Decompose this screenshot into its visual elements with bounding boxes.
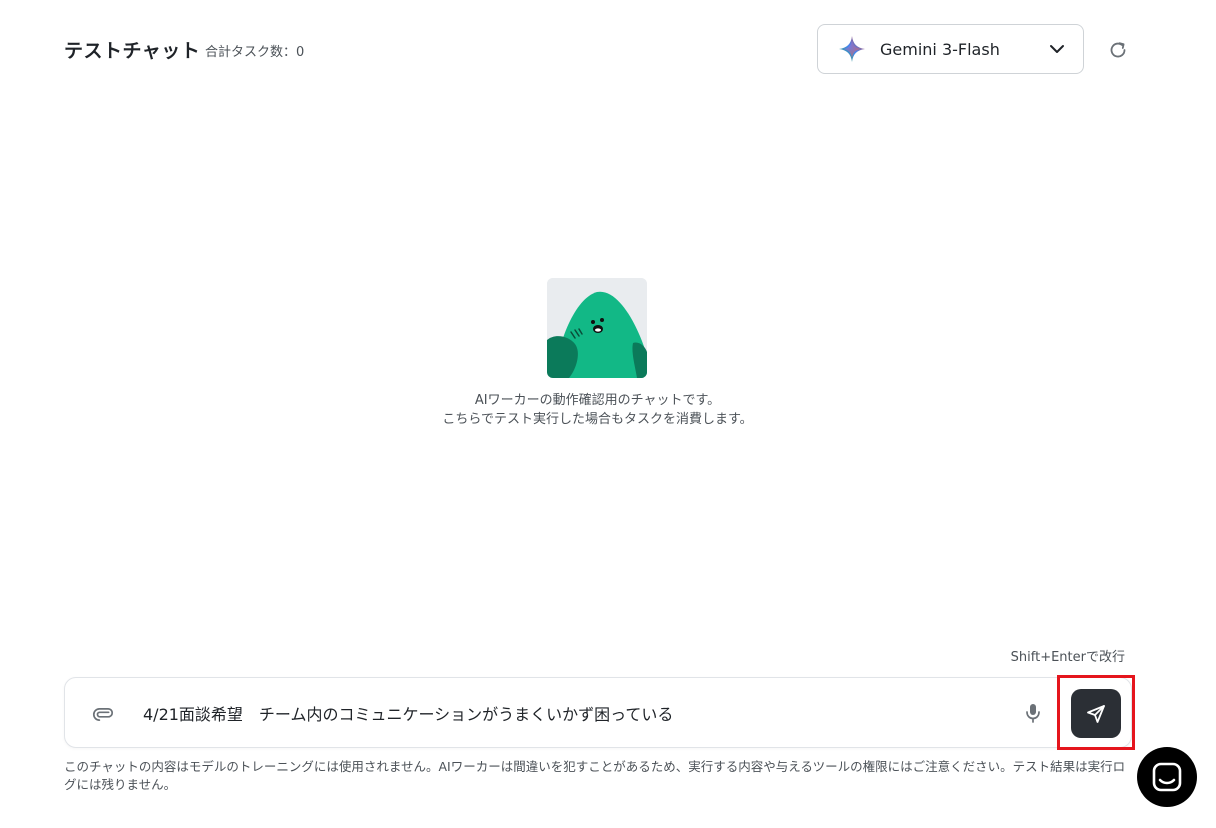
message-composer — [64, 677, 1132, 748]
support-chat-launcher[interactable] — [1137, 747, 1197, 807]
intro-line-2: こちらでテスト実行した場合もタスクを消費します。 — [442, 412, 753, 427]
test-chat-page: テストチャット 合計タスク数：0 Gemini 3-Flash AIワーカーの動… — [0, 0, 1216, 828]
intro-line-1: AIワーカーの動作確認用のチャットです。 — [474, 393, 721, 408]
gemini-sparkle-icon — [838, 35, 866, 63]
model-selector[interactable]: Gemini 3-Flash — [817, 24, 1084, 74]
paperclip-icon[interactable] — [91, 701, 115, 725]
message-input[interactable] — [143, 698, 1003, 728]
chevron-down-icon — [1047, 39, 1067, 59]
refresh-icon[interactable] — [1106, 38, 1130, 62]
send-icon — [1087, 704, 1105, 723]
model-name: Gemini 3-Flash — [880, 39, 1000, 59]
send-button[interactable] — [1071, 689, 1121, 738]
page-title: テストチャット — [64, 40, 201, 62]
chat-bubble-icon — [1152, 762, 1182, 792]
task-count: 合計タスク数：0 — [205, 45, 305, 60]
disclaimer-text: このチャットの内容はモデルのトレーニングには使用されません。AIワーカーは間違い… — [64, 759, 1126, 792]
mascot-image — [547, 278, 647, 378]
intro-text: AIワーカーの動作確認用のチャットです。 こちらでテスト実行した場合もタスクを消… — [0, 391, 1195, 429]
newline-hint: Shift+Enterで改行 — [1010, 650, 1125, 665]
microphone-icon[interactable] — [1021, 701, 1045, 725]
